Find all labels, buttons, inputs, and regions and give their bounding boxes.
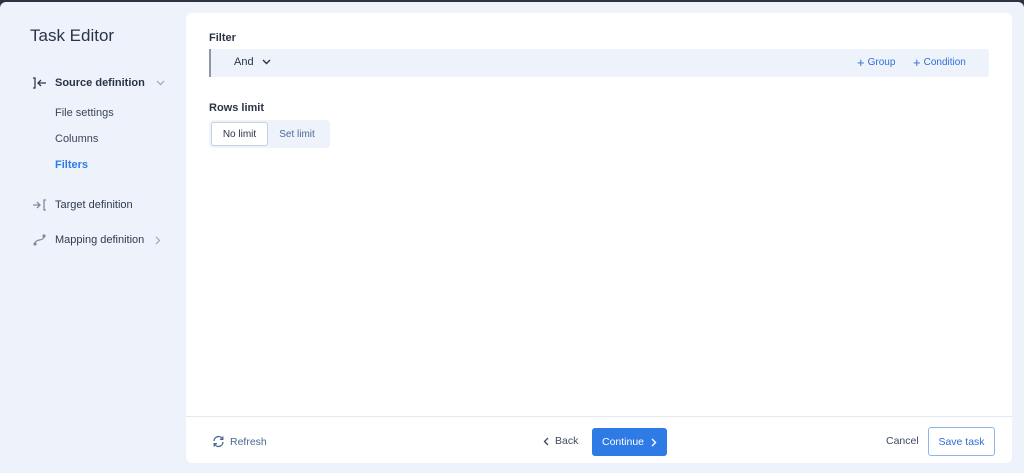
save-task-button[interactable]: Save task xyxy=(928,427,995,456)
plus-icon: + xyxy=(913,54,921,70)
task-editor-window: Task Editor Source definition File setti… xyxy=(0,2,1024,473)
sidebar-item-source-definition[interactable]: Source definition xyxy=(32,76,165,90)
sidebar-item-label: Mapping definition xyxy=(55,234,145,246)
rows-limit-label: Rows limit xyxy=(209,102,265,114)
add-group-button[interactable]: + Group xyxy=(857,54,896,70)
add-group-label: Group xyxy=(867,57,896,68)
filter-group-bar: And + Group + Condition xyxy=(209,49,989,77)
cancel-button[interactable]: Cancel xyxy=(886,435,919,447)
refresh-button[interactable]: Refresh xyxy=(212,435,267,448)
chevron-down-icon xyxy=(262,59,271,65)
filter-label: Filter xyxy=(209,32,236,44)
sidebar-item-label: Source definition xyxy=(55,77,145,89)
chevron-right-icon[interactable] xyxy=(155,236,161,245)
source-definition-icon xyxy=(32,76,50,90)
target-definition-icon xyxy=(32,198,50,212)
sidebar-item-mapping-definition[interactable]: Mapping definition xyxy=(32,233,161,247)
set-limit-option[interactable]: Set limit xyxy=(268,122,326,146)
app-title: Task Editor xyxy=(30,26,115,45)
main-panel: Filter And + Group + Condition Rows limi… xyxy=(186,13,1012,463)
filter-operator-value: And xyxy=(234,56,254,68)
filter-operator-select[interactable]: And xyxy=(234,56,271,68)
sidebar-subitem-file-settings[interactable]: File settings xyxy=(55,107,114,119)
back-button[interactable]: Back xyxy=(543,435,578,447)
refresh-icon xyxy=(213,435,224,448)
chevron-left-icon xyxy=(543,437,549,445)
continue-button[interactable]: Continue xyxy=(592,428,667,456)
add-condition-label: Condition xyxy=(923,57,966,68)
sidebar-subitem-filters[interactable]: Filters xyxy=(55,159,88,171)
no-limit-option[interactable]: No limit xyxy=(211,122,268,146)
back-label: Back xyxy=(555,435,579,447)
sidebar-item-target-definition[interactable]: Target definition xyxy=(32,198,133,212)
sidebar-subitem-columns[interactable]: Columns xyxy=(55,133,98,145)
rows-limit-toggle: No limit Set limit xyxy=(209,120,330,148)
plus-icon: + xyxy=(857,54,865,70)
sidebar: Task Editor Source definition File setti… xyxy=(0,2,186,473)
chevron-right-icon xyxy=(651,438,657,446)
sidebar-item-label: Target definition xyxy=(55,199,133,211)
add-condition-button[interactable]: + Condition xyxy=(913,54,966,70)
footer-bar: Refresh Back Continue Cancel Save task xyxy=(186,416,1012,463)
refresh-label: Refresh xyxy=(230,435,267,448)
chevron-down-icon[interactable] xyxy=(156,80,165,86)
continue-label: Continue xyxy=(601,436,645,448)
mapping-definition-icon xyxy=(32,233,50,247)
